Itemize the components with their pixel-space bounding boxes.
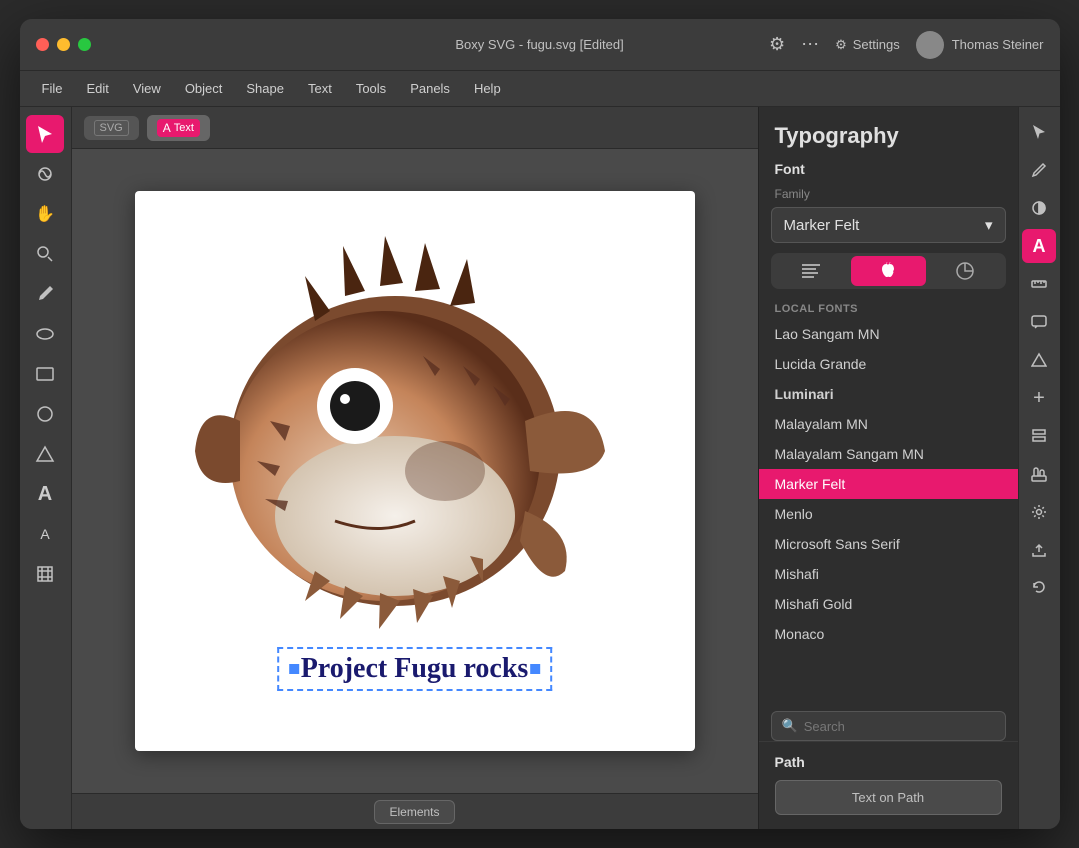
tool-node[interactable] <box>26 155 64 193</box>
menu-file[interactable]: File <box>32 77 73 100</box>
tool-text-large[interactable]: A <box>26 475 64 513</box>
tool-select[interactable] <box>26 115 64 153</box>
left-toolbar: ✋ <box>20 107 72 829</box>
tool-ellipse[interactable] <box>26 315 64 353</box>
tool-export[interactable] <box>1022 533 1056 567</box>
bottom-bar: Elements <box>72 793 758 829</box>
tool-layers[interactable] <box>1022 419 1056 453</box>
font-section-label: Font <box>759 157 1018 185</box>
tool-typography[interactable]: A <box>1022 229 1056 263</box>
canvas-wrapper[interactable]: Project Fugu rocks <box>72 149 758 793</box>
font-item-lucida[interactable]: Lucida Grande <box>759 349 1018 379</box>
tool-text-small[interactable]: A <box>26 515 64 553</box>
canvas[interactable]: Project Fugu rocks <box>135 191 695 751</box>
tool-rect[interactable] <box>26 355 64 393</box>
tool-circle[interactable] <box>26 395 64 433</box>
minimize-button[interactable] <box>57 38 70 51</box>
settings-button[interactable]: ⚙ Settings <box>835 37 900 53</box>
text-badge: A Text <box>157 119 200 137</box>
panel-title: Typography <box>759 107 1018 157</box>
menu-text[interactable]: Text <box>298 77 342 100</box>
tool-pen[interactable] <box>26 275 64 313</box>
tool-triangle[interactable] <box>26 435 64 473</box>
path-label: Path <box>775 754 1002 770</box>
tool-comment[interactable] <box>1022 305 1056 339</box>
family-label: Family <box>759 185 1018 207</box>
tool-pan[interactable]: ✋ <box>26 195 64 233</box>
text-handle-left <box>289 664 299 674</box>
canvas-area: SVG A Text <box>72 107 758 829</box>
font-tabs <box>771 253 1006 289</box>
search-icon: 🔍 <box>782 718 798 734</box>
tool-add[interactable]: + <box>1022 381 1056 415</box>
tab-google-fonts[interactable] <box>928 256 1003 286</box>
text-on-path-button[interactable]: Text on Path <box>775 780 1002 815</box>
font-search-box[interactable]: 🔍 <box>771 711 1006 741</box>
font-item-marker-felt[interactable]: Marker Felt <box>759 469 1018 499</box>
tool-ruler[interactable] <box>1022 267 1056 301</box>
avatar <box>916 31 944 59</box>
menu-help[interactable]: Help <box>464 77 511 100</box>
font-item-mishafi[interactable]: Mishafi <box>759 559 1018 589</box>
puzzle-icon[interactable]: ⚙ <box>769 34 785 55</box>
tool-pencil[interactable] <box>1022 153 1056 187</box>
tab-apple-fonts[interactable] <box>851 256 926 286</box>
tool-undo[interactable] <box>1022 571 1056 605</box>
tool-pointer[interactable] <box>1022 115 1056 149</box>
canvas-text[interactable]: Project Fugu rocks <box>277 647 553 691</box>
font-item-malayalam-sangam[interactable]: Malayalam Sangam MN <box>759 439 1018 469</box>
font-item-luminari[interactable]: Luminari <box>759 379 1018 409</box>
tool-gear[interactable] <box>1022 495 1056 529</box>
font-item-lao-sangam[interactable]: Lao Sangam MN <box>759 319 1018 349</box>
more-icon[interactable]: ⋯ <box>801 34 819 55</box>
font-item-microsoft-sans[interactable]: Microsoft Sans Serif <box>759 529 1018 559</box>
tab-svg[interactable]: SVG <box>84 116 139 140</box>
settings-label: Settings <box>853 37 900 52</box>
titlebar-right: ⚙ ⋯ ⚙ Settings Thomas Steiner <box>769 31 1044 59</box>
svg-badge: SVG <box>94 120 129 136</box>
tool-library[interactable] <box>1022 457 1056 491</box>
fugu-illustration <box>185 221 645 651</box>
menubar: File Edit View Object Shape Text Tools P… <box>20 71 1060 107</box>
tool-triangle-tool[interactable] <box>1022 343 1056 377</box>
font-item-menlo[interactable]: Menlo <box>759 499 1018 529</box>
user-name: Thomas Steiner <box>952 37 1044 52</box>
path-section: Path Text on Path <box>759 741 1018 829</box>
text-handle-right <box>530 664 540 674</box>
font-item-monaco[interactable]: Monaco <box>759 619 1018 649</box>
font-item-mishafi-gold[interactable]: Mishafi Gold <box>759 589 1018 619</box>
chevron-down-icon: ▾ <box>985 216 993 234</box>
tab-text[interactable]: A Text <box>147 115 210 141</box>
menu-tools[interactable]: Tools <box>346 77 396 100</box>
menu-edit[interactable]: Edit <box>76 77 118 100</box>
menu-panels[interactable]: Panels <box>400 77 460 100</box>
main-content: ✋ <box>20 107 1060 829</box>
canvas-toolbar: SVG A Text <box>72 107 758 149</box>
user-button[interactable]: Thomas Steiner <box>916 31 1044 59</box>
maximize-button[interactable] <box>78 38 91 51</box>
elements-button[interactable]: Elements <box>374 800 454 824</box>
tab-text-label: Text <box>174 122 194 134</box>
menu-view[interactable]: View <box>123 77 171 100</box>
tool-zoom[interactable] <box>26 235 64 273</box>
font-list[interactable]: Lao Sangam MN Lucida Grande Luminari Mal… <box>759 319 1018 705</box>
tool-contrast[interactable] <box>1022 191 1056 225</box>
window-title: Boxy SVG - fugu.svg [Edited] <box>455 37 623 52</box>
right-icon-panel: A + <box>1018 107 1060 829</box>
menu-object[interactable]: Object <box>175 77 233 100</box>
font-family-value: Marker Felt <box>784 217 860 234</box>
tab-all-fonts[interactable] <box>774 256 849 286</box>
traffic-lights <box>36 38 91 51</box>
tool-frame[interactable] <box>26 555 64 593</box>
typography-panel: Typography Font Family Marker Felt ▾ <box>758 107 1018 829</box>
settings-icon: ⚙ <box>835 37 847 53</box>
font-family-select[interactable]: Marker Felt ▾ <box>771 207 1006 243</box>
menu-shape[interactable]: Shape <box>236 77 294 100</box>
titlebar: Boxy SVG - fugu.svg [Edited] ⚙ ⋯ ⚙ Setti… <box>20 19 1060 71</box>
local-fonts-label: LOCAL FONTS <box>759 299 1018 319</box>
font-item-malayalam[interactable]: Malayalam MN <box>759 409 1018 439</box>
main-window: Boxy SVG - fugu.svg [Edited] ⚙ ⋯ ⚙ Setti… <box>20 19 1060 829</box>
close-button[interactable] <box>36 38 49 51</box>
font-search-input[interactable] <box>804 719 995 734</box>
